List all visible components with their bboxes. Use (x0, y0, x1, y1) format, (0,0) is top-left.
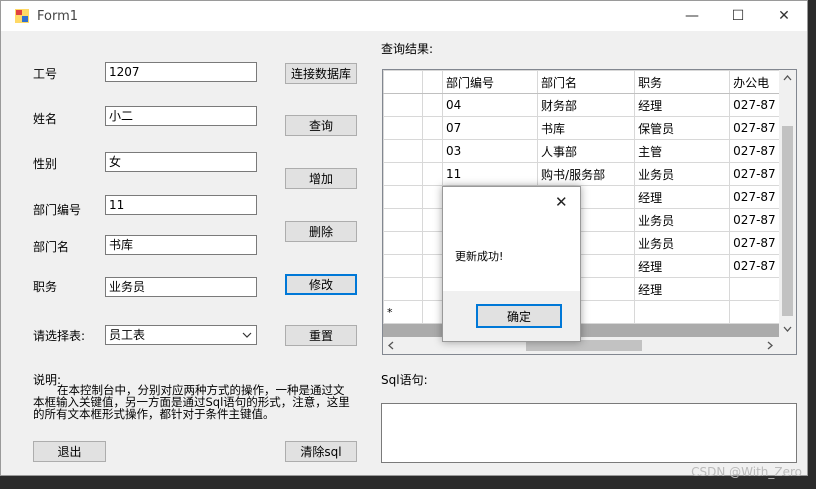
table-select[interactable]: 员工表 (105, 325, 257, 345)
row-header-cell[interactable] (383, 254, 424, 278)
cell[interactable]: 主管 (634, 139, 731, 163)
cell[interactable] (422, 93, 444, 117)
cell[interactable] (422, 254, 444, 278)
cell[interactable]: 业务员 (634, 208, 731, 232)
gender-input[interactable]: 女 (105, 152, 257, 172)
clear-sql-button[interactable]: 清除sql (285, 441, 357, 462)
label-select-table: 请选择表: (33, 329, 86, 343)
cell[interactable] (634, 300, 731, 324)
ok-button[interactable]: 确定 (476, 304, 562, 328)
main-window: Form1 — ☐ ✕ 工号 1207 姓名 小二 性别 女 部门编号 11 部… (0, 0, 808, 476)
table-row[interactable]: 11 购书/服务部 业务员 027-87 (383, 162, 796, 186)
label-gender: 性别 (33, 157, 58, 171)
exit-button[interactable]: 退出 (33, 441, 106, 462)
row-header-cell[interactable] (383, 185, 424, 209)
query-button[interactable]: 查询 (285, 115, 357, 136)
watermark: CSDN @With_Zero (691, 465, 802, 479)
cell[interactable] (422, 162, 444, 186)
cell[interactable] (422, 185, 444, 209)
chevron-down-icon (242, 332, 252, 338)
column-header[interactable]: 部门编号 (442, 70, 539, 94)
cell[interactable]: 书库 (537, 116, 636, 140)
column-header[interactable]: 部门名 (537, 70, 636, 94)
connect-db-button[interactable]: 连接数据库 (285, 63, 357, 84)
row-header-cell[interactable] (383, 139, 424, 163)
cell[interactable]: 购书/服务部 (537, 162, 636, 186)
label-id: 工号 (33, 67, 58, 81)
cell[interactable]: 经理 (634, 277, 731, 301)
row-header-cell (383, 70, 424, 94)
table-row[interactable]: 03 人事部 主管 027-87 (383, 139, 796, 163)
modify-button[interactable]: 修改 (285, 274, 357, 295)
app-icon (15, 9, 29, 23)
label-position: 职务 (33, 280, 58, 294)
reset-button[interactable]: 重置 (285, 325, 357, 346)
cell[interactable]: 04 (442, 93, 539, 117)
label-dept-no: 部门编号 (33, 203, 82, 217)
label-dept-name: 部门名 (33, 240, 70, 254)
row-header-cell[interactable] (383, 231, 424, 255)
cell[interactable] (422, 208, 444, 232)
maximize-button[interactable]: ☐ (715, 1, 761, 31)
cell[interactable]: 经理 (634, 254, 731, 278)
results-label: 查询结果: (381, 42, 434, 56)
cell[interactable]: 经理 (634, 185, 731, 209)
scroll-left-icon[interactable] (387, 341, 394, 350)
dialog-close-icon[interactable]: ✕ (555, 193, 568, 211)
row-header-cell[interactable] (383, 162, 424, 186)
dept-no-input[interactable]: 11 (105, 195, 257, 215)
scroll-up-icon[interactable] (783, 74, 792, 81)
table-select-value: 员工表 (109, 328, 146, 342)
cell[interactable] (422, 116, 444, 140)
vertical-scroll-thumb[interactable] (782, 126, 793, 316)
label-name: 姓名 (33, 112, 58, 126)
cell[interactable] (422, 300, 444, 324)
message-dialog: ✕ 更新成功! 确定 (442, 186, 581, 342)
dept-name-input[interactable]: 书库 (105, 235, 257, 255)
table-row[interactable]: 04 财务部 经理 027-87 (383, 93, 796, 117)
add-button[interactable]: 增加 (285, 168, 357, 189)
sql-textarea[interactable] (381, 403, 797, 463)
cell[interactable]: 03 (442, 139, 539, 163)
row-header-cell[interactable] (383, 208, 424, 232)
window-title: Form1 (37, 9, 79, 24)
minimize-button[interactable]: — (669, 1, 715, 31)
cell[interactable]: 人事部 (537, 139, 636, 163)
name-input[interactable]: 小二 (105, 106, 257, 126)
column-header[interactable]: 职务 (634, 70, 731, 94)
dialog-message: 更新成功! (455, 250, 504, 263)
row-header-cell[interactable] (383, 277, 424, 301)
scroll-right-icon[interactable] (767, 341, 774, 350)
header-cell (422, 70, 444, 94)
row-header-cell[interactable] (383, 116, 424, 140)
header-row: 部门编号 部门名 职务 办公电 (383, 70, 796, 94)
cell[interactable]: 保管员 (634, 116, 731, 140)
new-row-marker: * (383, 300, 424, 324)
cell[interactable] (422, 231, 444, 255)
cell[interactable]: 11 (442, 162, 539, 186)
close-button[interactable]: ✕ (761, 1, 807, 31)
vertical-scrollbar[interactable] (779, 70, 796, 338)
cell[interactable]: 07 (442, 116, 539, 140)
table-row[interactable]: 07 书库 保管员 027-87 (383, 116, 796, 140)
id-input[interactable]: 1207 (105, 62, 257, 82)
cell[interactable] (422, 139, 444, 163)
cell[interactable] (422, 277, 444, 301)
note-text: 在本控制台中，分别对应两种方式的操作，一种是通过文本框输入关键值，另一方面是通过… (33, 383, 350, 421)
scroll-down-icon[interactable] (783, 326, 792, 333)
position-input[interactable]: 业务员 (105, 277, 257, 297)
title-bar: Form1 — ☐ ✕ (1, 1, 807, 31)
sql-label: Sql语句: (381, 373, 428, 387)
delete-button[interactable]: 删除 (285, 221, 357, 242)
row-header-cell[interactable] (383, 93, 424, 117)
dialog-footer: 确定 (443, 291, 580, 341)
cell[interactable]: 财务部 (537, 93, 636, 117)
cell[interactable]: 经理 (634, 93, 731, 117)
cell[interactable]: 业务员 (634, 231, 731, 255)
cell[interactable]: 业务员 (634, 162, 731, 186)
